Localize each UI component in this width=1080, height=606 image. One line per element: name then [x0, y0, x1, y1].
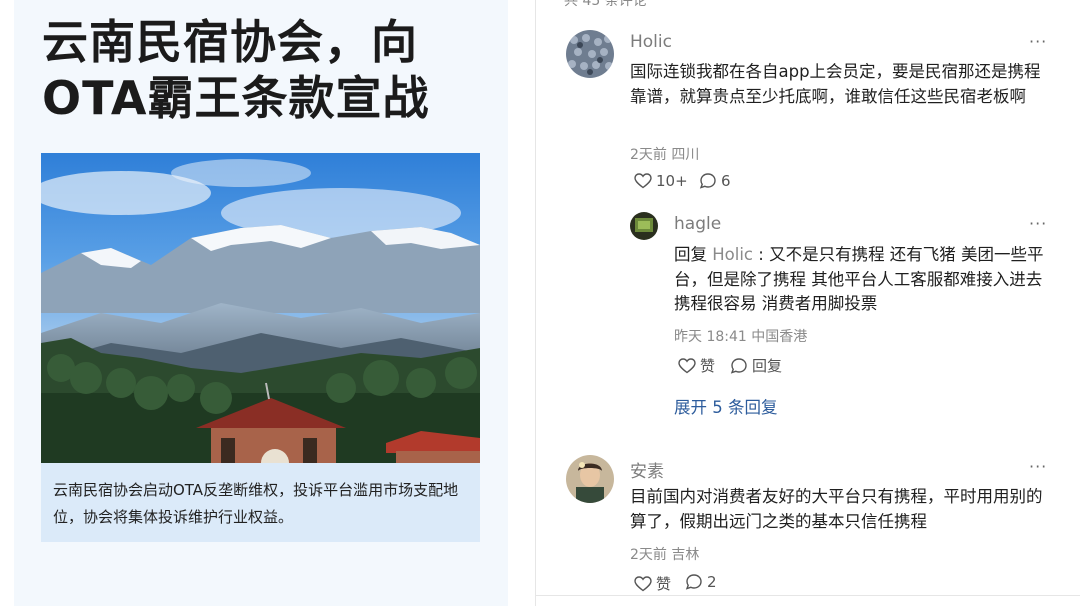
comments-count: 共 45 条评论 [564, 0, 647, 9]
avatar-portrait-image [566, 455, 614, 503]
like-button[interactable]: 赞 [634, 573, 671, 594]
more-options-icon[interactable]: ··· [1029, 214, 1047, 233]
article-caption: 云南民宿协会启动OTA反垄断维权，投诉平台滥用市场支配地位，协会将集体投诉维护行… [53, 481, 459, 526]
avatar-image [630, 212, 658, 240]
like-label: 赞 [656, 575, 672, 593]
heart-icon [634, 575, 652, 591]
avatar-crowd-image [566, 30, 614, 78]
caption-box: 云南民宿协会启动OTA反垄断维权，投诉平台滥用市场支配地位，协会将集体投诉维护行… [41, 463, 480, 542]
comment-meta: 2天前 吉林 [630, 547, 700, 563]
app-root: 云南民宿协会，向 OTA霸王条款宣战 云南民宿协会启动OTA反垄断维权，投诉平台… [0, 0, 1080, 606]
reply-label: 回复 [752, 357, 783, 375]
avatar[interactable] [566, 30, 614, 78]
mountain-landscape-image [41, 153, 480, 463]
comments-pane: 共 45 条评论 Holic ··· 国际连锁我都在各自app上会员定，要是民宿… [536, 0, 1080, 606]
heart-icon [634, 173, 652, 189]
reply-button[interactable]: 6 [699, 172, 731, 190]
expand-replies-link[interactable]: 展开 5 条回复 [674, 394, 778, 418]
heart-icon [678, 357, 696, 373]
reply-separator: : [753, 245, 770, 264]
more-options-icon[interactable]: ··· [1029, 457, 1047, 476]
article-pane: 云南民宿协会，向 OTA霸王条款宣战 云南民宿协会启动OTA反垄断维权，投诉平台… [14, 0, 508, 606]
like-button[interactable]: 10+ [634, 172, 688, 190]
headline-line-2: OTA霸王条款宣战 [42, 71, 430, 125]
comment-author[interactable]: 安素 [630, 457, 664, 482]
like-button[interactable]: 赞 [678, 355, 715, 376]
reply-button[interactable]: 2 [685, 573, 717, 591]
comment-text: 回复 Holic : 又不是只有携程 还有飞猪 美团一些平台，但是除了携程 其他… [674, 243, 1054, 317]
reply-count: 6 [721, 172, 731, 190]
avatar[interactable] [566, 455, 614, 503]
like-count: 10+ [656, 172, 688, 190]
list-bottom-divider [536, 595, 1080, 596]
reply-target-user[interactable]: Holic [712, 245, 753, 264]
comment-bubble-icon [685, 574, 702, 590]
comment-author[interactable]: Holic [630, 32, 672, 52]
reply-count: 2 [707, 573, 717, 591]
comment-bubble-icon [699, 173, 716, 189]
comment-author[interactable]: hagle [674, 214, 721, 234]
avatar[interactable] [630, 212, 658, 240]
comment-meta: 昨天 18:41 中国香港 [674, 329, 808, 345]
reply-prefix: 回复 [674, 245, 713, 264]
headline-line-1: 云南民宿协会，向 [42, 15, 418, 69]
comment-meta: 2天前 四川 [630, 147, 700, 163]
comment-text: 目前国内对消费者友好的大平台只有携程，平时用用别的算了，假期出远门之类的基本只信… [630, 487, 1043, 531]
more-options-icon[interactable]: ··· [1029, 32, 1047, 51]
like-label: 赞 [700, 357, 716, 375]
article-hero-image[interactable] [41, 153, 480, 463]
reply-button[interactable]: 回复 [730, 355, 782, 376]
comment-bubble-icon [730, 357, 747, 374]
article-headline: 云南民宿协会，向 OTA霸王条款宣战 [42, 14, 492, 126]
comment-text: 国际连锁我都在各自app上会员定，要是民宿那还是携程靠谱，就算贵点至少托底啊，谁… [630, 62, 1041, 106]
